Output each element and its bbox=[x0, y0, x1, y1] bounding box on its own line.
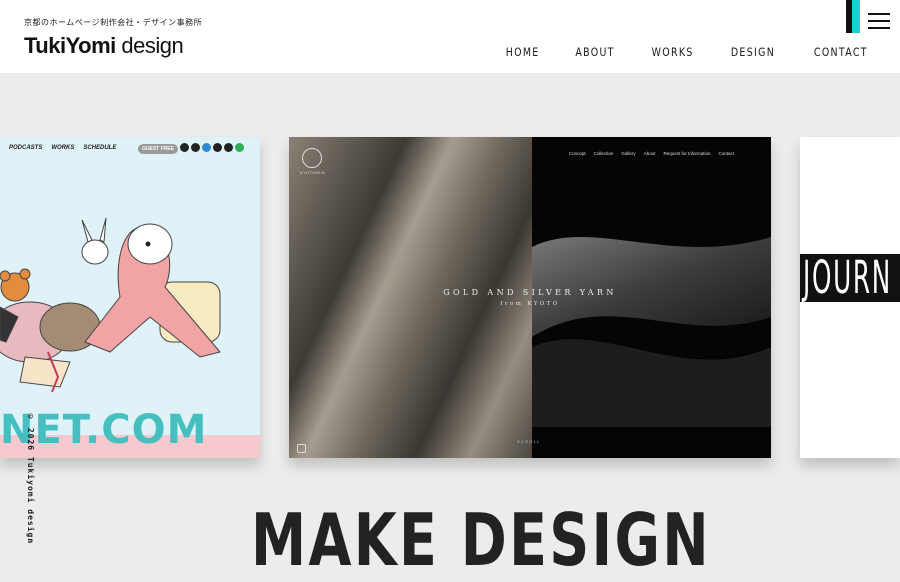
guest-free-badge: GUEST FREE bbox=[138, 144, 178, 154]
logo-bold-text: TukiYomi bbox=[24, 33, 116, 58]
menu-line-icon bbox=[868, 20, 890, 22]
glitter-fabric-image bbox=[532, 237, 771, 427]
nav-design[interactable]: DESIGN bbox=[731, 45, 775, 59]
yarn-site-nav: Concept Collection Gallery About Request… bbox=[569, 151, 734, 156]
site-header: 京都のホームページ制作会社・デザイン事務所 TukiYomi design HO… bbox=[0, 0, 900, 73]
podcast-nav-item: SCHEDULE bbox=[83, 145, 117, 151]
bluesky-icon bbox=[202, 143, 211, 152]
nav-contact[interactable]: CONTACT bbox=[814, 45, 868, 59]
hamburger-menu-button[interactable] bbox=[868, 13, 890, 31]
menu-line-icon bbox=[868, 27, 890, 29]
silk-fabric-image bbox=[289, 137, 532, 458]
works-slide-journal[interactable]: JOURN bbox=[800, 137, 900, 458]
works-slide-podcast[interactable]: PODCASTS WORKS SCHEDULE GUEST FREE NET.C… bbox=[0, 137, 260, 458]
site-logo[interactable]: TukiYomi design bbox=[24, 33, 184, 59]
yarn-nav-item: Concept bbox=[568, 151, 586, 156]
yarn-nav-item: Gallery bbox=[621, 151, 636, 156]
instagram-icon bbox=[180, 143, 189, 152]
scroll-indicator: SCROLL bbox=[517, 439, 541, 444]
site-tagline: 京都のホームページ制作会社・デザイン事務所 bbox=[24, 18, 203, 27]
menu-line-icon bbox=[868, 13, 890, 15]
yarn-nav-item: Request for Information bbox=[663, 151, 711, 156]
instagram-icon bbox=[297, 444, 306, 453]
x-icon bbox=[191, 143, 200, 152]
hero-heading: MAKE DESIGN bbox=[251, 498, 711, 582]
nav-home[interactable]: HOME bbox=[505, 45, 539, 59]
kyotoriix-logo-icon bbox=[302, 148, 322, 168]
journal-title-text: JOURN bbox=[803, 251, 892, 304]
logo-light-text: design bbox=[115, 33, 184, 58]
podcast-character-illustration bbox=[0, 217, 221, 393]
yarn-nav-item: Contact bbox=[718, 151, 734, 156]
main-nav: HOME ABOUT WORKS DESIGN CONTACT bbox=[502, 45, 874, 59]
nav-about[interactable]: ABOUT bbox=[575, 45, 614, 59]
threads-icon bbox=[213, 143, 222, 152]
podcast-site-nav: PODCASTS WORKS SCHEDULE bbox=[9, 145, 116, 151]
yarn-nav-item: Collection bbox=[593, 151, 614, 156]
works-slide-yarn[interactable]: KYOTORIIX Concept Collection Gallery Abo… bbox=[289, 137, 771, 458]
youtube-icon bbox=[224, 143, 233, 152]
podcast-nav-item: PODCASTS bbox=[9, 145, 43, 151]
accent-bar-cyan bbox=[852, 0, 860, 33]
spotify-icon bbox=[235, 143, 244, 152]
yarn-nav-item: About bbox=[643, 151, 656, 156]
podcast-social-icons bbox=[180, 143, 244, 152]
nav-works[interactable]: WORKS bbox=[652, 45, 694, 59]
yarn-headline: GOLD AND SILVER YARN bbox=[443, 288, 617, 297]
yarn-brand-name: KYOTORIIX bbox=[300, 170, 326, 175]
yarn-subheadline: from KYOTO bbox=[500, 301, 560, 307]
podcast-nav-item: WORKS bbox=[51, 145, 75, 151]
copyright-text: © 2026 Tukiyomi design bbox=[26, 412, 35, 545]
